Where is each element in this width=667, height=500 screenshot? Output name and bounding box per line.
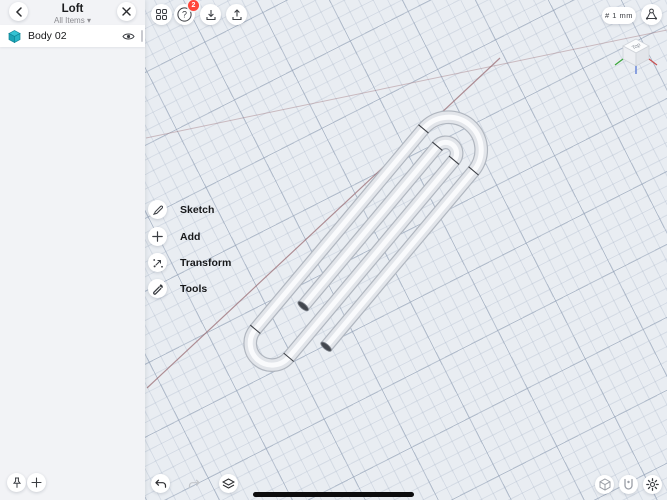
axis-x-red [648,58,658,66]
body-list-item[interactable]: Body 02 [0,25,145,47]
scroll-indicator [141,30,143,42]
axis-line-steep [146,57,501,389]
import-icon [205,9,216,20]
items-panel: Loft All Items ▾ Body 02 [0,0,145,500]
tools-wrench-icon [152,283,163,295]
axis-y-green [614,58,624,66]
help-badge: 2 [188,0,199,11]
grid-icon [156,9,167,20]
add-plus-icon [152,231,163,242]
paperclip-tube-highlight [247,114,484,368]
pin-panel-button[interactable] [7,473,26,492]
undo-button[interactable] [151,474,170,493]
menu-item-tools[interactable]: Tools [148,279,207,298]
menu-item-add[interactable]: Add [148,227,200,246]
menu-item-transform[interactable]: Transform [148,253,231,272]
close-panel-button[interactable] [117,2,136,21]
settings-button[interactable] [643,475,662,494]
menu-item-sketch[interactable]: Sketch [148,200,214,219]
body-item-label: Body 02 [28,30,67,42]
svg-text:?: ? [182,10,187,20]
redo-button[interactable] [184,474,203,493]
touch-input-icon [624,478,633,490]
grid-snap-pill[interactable]: # 1 mm [602,7,636,24]
transform-arrows-icon [152,258,163,268]
axis-line-shallow [145,29,667,139]
home-indicator[interactable] [253,492,414,497]
import-button[interactable] [200,4,221,25]
projects-grid-button[interactable] [151,4,172,25]
add-item-button[interactable] [27,473,46,492]
body-02-model[interactable] [236,100,499,393]
share-button[interactable] [226,4,247,25]
orientation-button[interactable] [641,4,662,25]
view-mode-button[interactable] [595,475,614,494]
items-panel-header: Loft All Items ▾ [0,0,145,25]
pin-icon [12,477,21,488]
orientation-gizmo-icon [645,8,658,20]
plus-icon [31,477,42,488]
isometric-layers-button[interactable] [219,474,238,493]
share-export-icon [231,8,242,20]
body-cube-icon [8,29,21,43]
close-icon [122,7,131,16]
caret-down-icon: ▾ [86,16,91,25]
gear-icon [646,478,659,491]
layers-icon [222,477,235,489]
redo-arrow-icon [188,479,200,488]
box-3d-icon [599,478,610,491]
view-cube[interactable]: Top [614,36,658,80]
undo-arrow-icon [154,479,166,488]
sketch-pencil-icon [153,205,163,215]
visibility-eye-icon[interactable] [122,32,135,41]
touch-input-button[interactable] [619,475,638,494]
